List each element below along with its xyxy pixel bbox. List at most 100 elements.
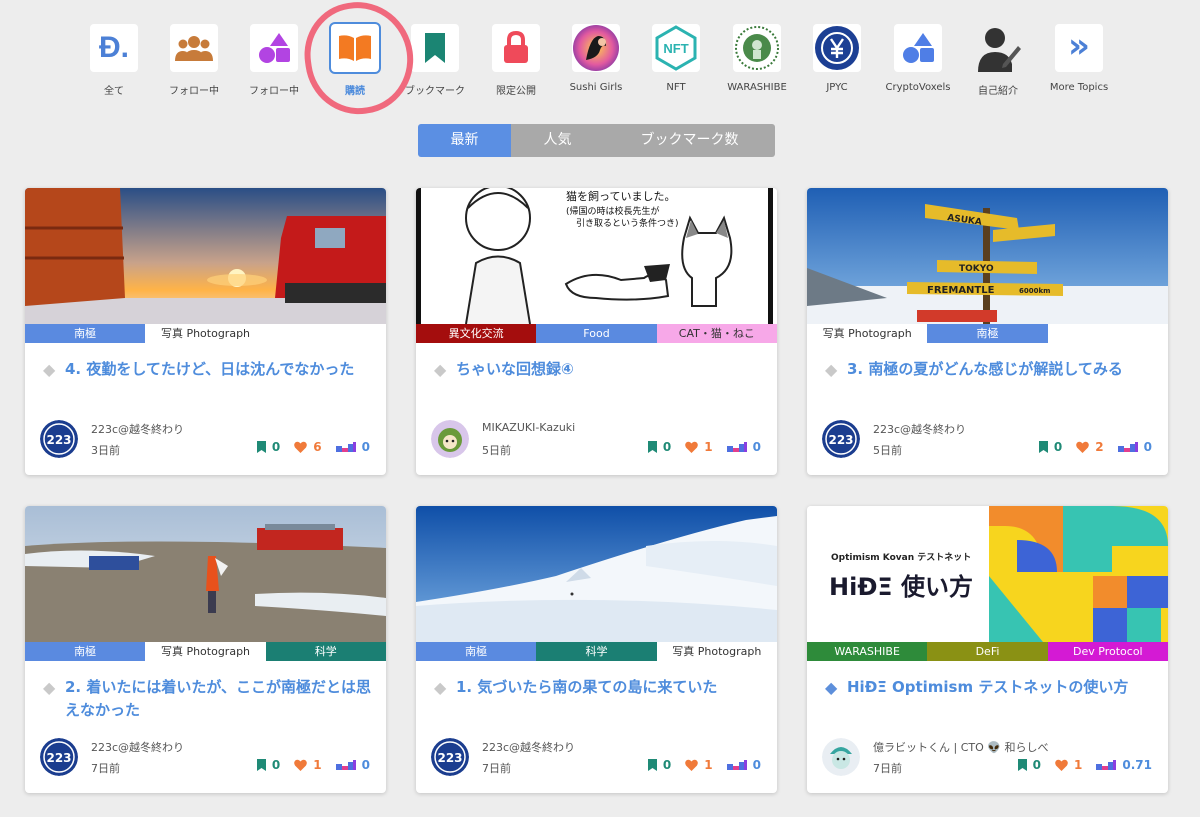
thumbnail-image: 猫を飼っていました。 (帰国の時は校長先生が 引き取るという条件つき) [416, 188, 777, 324]
token-stat[interactable]: 0 [726, 758, 761, 772]
author-name[interactable]: 223c@越冬終わり [873, 421, 966, 437]
tag[interactable]: 南極 [927, 324, 1048, 343]
author-name[interactable]: MIKAZUKI-Kazuki [482, 421, 575, 434]
like-stat[interactable]: 2 [1076, 440, 1104, 454]
svg-text:6000km: 6000km [1019, 287, 1050, 295]
author-name[interactable]: 223c@越冬終わり [482, 739, 575, 755]
ethereum-icon: ◆ [825, 678, 838, 697]
avatar[interactable] [822, 738, 860, 776]
avatar[interactable]: 223 [822, 420, 860, 458]
stats-row: 0 1 0 [243, 758, 370, 772]
article-card[interactable]: 猫を飼っていました。 (帰国の時は校長先生が 引き取るという条件つき) 異文化交… [416, 188, 777, 475]
article-title[interactable]: ◆ 4. 夜勤をしてたけど、日は沈んでなかった [43, 358, 373, 381]
topic-more[interactable]: » More Topics [1039, 24, 1119, 93]
tag-row: 南極 科学 写真 Photograph [416, 642, 777, 661]
token-stat[interactable]: 0 [1117, 440, 1152, 454]
author-name[interactable]: 223c@越冬終わり [91, 421, 184, 437]
avatar[interactable]: 223 [40, 420, 78, 458]
topic-all[interactable]: Đ. 全て [74, 24, 154, 97]
avatar[interactable]: 223 [431, 738, 469, 776]
article-card[interactable]: 南極 写真 Photograph ◆ 4. 夜勤をしてたけど、日は沈んでなかった … [25, 188, 386, 475]
article-card[interactable]: 南極 写真 Photograph 科学 ◆ 2. 着いたには着いたが、ここが南極だ… [25, 506, 386, 793]
article-card[interactable]: ASUKA TOKYO FREMANTLE 6000km 写真 Photogra… [807, 188, 1168, 475]
sort-tab-latest[interactable]: 最新 [418, 124, 511, 157]
heart-icon [1076, 441, 1090, 453]
article-title[interactable]: ◆ 1. 気づいたら南の果ての島に来ていた [434, 676, 764, 699]
ethereum-icon: ◆ [434, 678, 447, 697]
tag[interactable]: 異文化交流 [416, 324, 537, 343]
tag-row: 写真 Photograph 南極 [807, 324, 1168, 343]
article-title[interactable]: ◆ 2. 着いたには着いたが、ここが南極だとは思えなかった [43, 676, 373, 722]
tag[interactable]: 科学 [265, 642, 386, 661]
tag[interactable]: 写真 Photograph [656, 642, 777, 661]
bookmark-stat[interactable]: 0 [647, 758, 671, 772]
heart-icon [294, 441, 308, 453]
ethereum-icon: ◆ [43, 360, 56, 379]
article-card[interactable]: 南極 科学 写真 Photograph ◆ 1. 気づいたら南の果ての島に来ていた… [416, 506, 777, 793]
tag[interactable]: 科学 [536, 642, 657, 661]
post-date: 7日前 [873, 762, 902, 775]
shapes-icon [250, 24, 298, 72]
bookmark-icon [256, 441, 266, 453]
tag[interactable]: WARASHIBE [807, 642, 928, 661]
tag[interactable]: 写真 Photograph [145, 324, 266, 343]
topic-label: WARASHIBE [727, 82, 787, 93]
bookmark-stat[interactable]: 0 [1017, 758, 1041, 772]
tag[interactable]: CAT・猫・ねこ [656, 324, 777, 343]
token-stat[interactable]: 0 [335, 758, 370, 772]
tag[interactable]: DeFi [927, 642, 1048, 661]
token-stat[interactable]: 0 [335, 440, 370, 454]
tag[interactable]: 写真 Photograph [145, 642, 266, 661]
avatar[interactable]: 223 [40, 738, 78, 776]
article-title[interactable]: ◆ ちゃいな回想録④ [434, 358, 764, 381]
author-name[interactable]: 223c@越冬終わり [91, 739, 184, 755]
shapes-icon [894, 24, 942, 72]
bookmark-stat[interactable]: 0 [1038, 440, 1062, 454]
token-icon [1096, 760, 1117, 770]
article-title[interactable]: ◆ HiÐΞ Optimism テストネットの使い方 [825, 676, 1155, 699]
topic-warashibe[interactable]: WARASHIBE [717, 24, 797, 93]
tag[interactable]: 南極 [25, 642, 146, 661]
bookmark-stat[interactable]: 0 [256, 758, 280, 772]
article-title[interactable]: ◆ 3. 南極の夏がどんな感じが解説してみる [825, 358, 1155, 381]
sort-tab-popular[interactable]: 人気 [511, 124, 604, 157]
bookmark-icon [1038, 441, 1048, 453]
stats-row: 0 1 0 [634, 758, 761, 772]
topic-following-users[interactable]: フォロー中 [154, 24, 234, 97]
token-icon [726, 442, 747, 452]
topic-following-topics[interactable]: フォロー中 [234, 24, 314, 97]
bookmark-stat[interactable]: 0 [256, 440, 280, 454]
like-stat[interactable]: 1 [294, 758, 322, 772]
author-name[interactable]: 億ラビットくん | CTO 👽 和らしべ [873, 739, 1048, 755]
like-stat[interactable]: 1 [685, 758, 713, 772]
topic-label: CryptoVoxels [885, 82, 951, 93]
sort-tab-bookmarks[interactable]: ブックマーク数 [604, 124, 775, 157]
topic-bar: Đ. 全て フォロー中 フォロー中 購読 ブックマーク 限定公開 Sushi G… [86, 24, 1126, 97]
topic-sushi-girls[interactable]: Sushi Girls [556, 24, 636, 93]
topic-self-intro[interactable]: 自己紹介 [958, 24, 1038, 97]
avatar[interactable] [431, 420, 469, 458]
bookmark-stat[interactable]: 0 [647, 440, 671, 454]
topic-nft[interactable]: NFT NFT [636, 24, 716, 93]
like-stat[interactable]: 1 [1055, 758, 1082, 772]
like-stat[interactable]: 6 [294, 440, 322, 454]
heart-icon [685, 759, 699, 771]
article-card[interactable]: Optimism Kovan テストネット HiÐΞ 使い方 WARASHIBE… [807, 506, 1168, 793]
svg-text:NFT: NFT [663, 41, 688, 56]
like-stat[interactable]: 1 [685, 440, 713, 454]
topic-label: More Topics [1049, 82, 1109, 93]
topic-private[interactable]: 限定公開 [476, 24, 556, 97]
topic-label: ブックマーク [405, 86, 465, 97]
token-icon [335, 442, 356, 452]
token-stat[interactable]: 0.71 [1096, 758, 1152, 772]
topic-jpyc[interactable]: JPYC [797, 24, 877, 93]
topic-bookmarks[interactable]: ブックマーク [395, 24, 475, 97]
tag[interactable]: 南極 [25, 324, 146, 343]
token-stat[interactable]: 0 [726, 440, 761, 454]
tag[interactable]: 写真 Photograph [807, 324, 928, 343]
tag[interactable]: Dev Protocol [1047, 642, 1168, 661]
tag[interactable]: 南極 [416, 642, 537, 661]
topic-subscriptions[interactable]: 購読 [315, 24, 395, 97]
tag[interactable]: Food [536, 324, 657, 343]
topic-cryptovoxels[interactable]: CryptoVoxels [878, 24, 958, 93]
